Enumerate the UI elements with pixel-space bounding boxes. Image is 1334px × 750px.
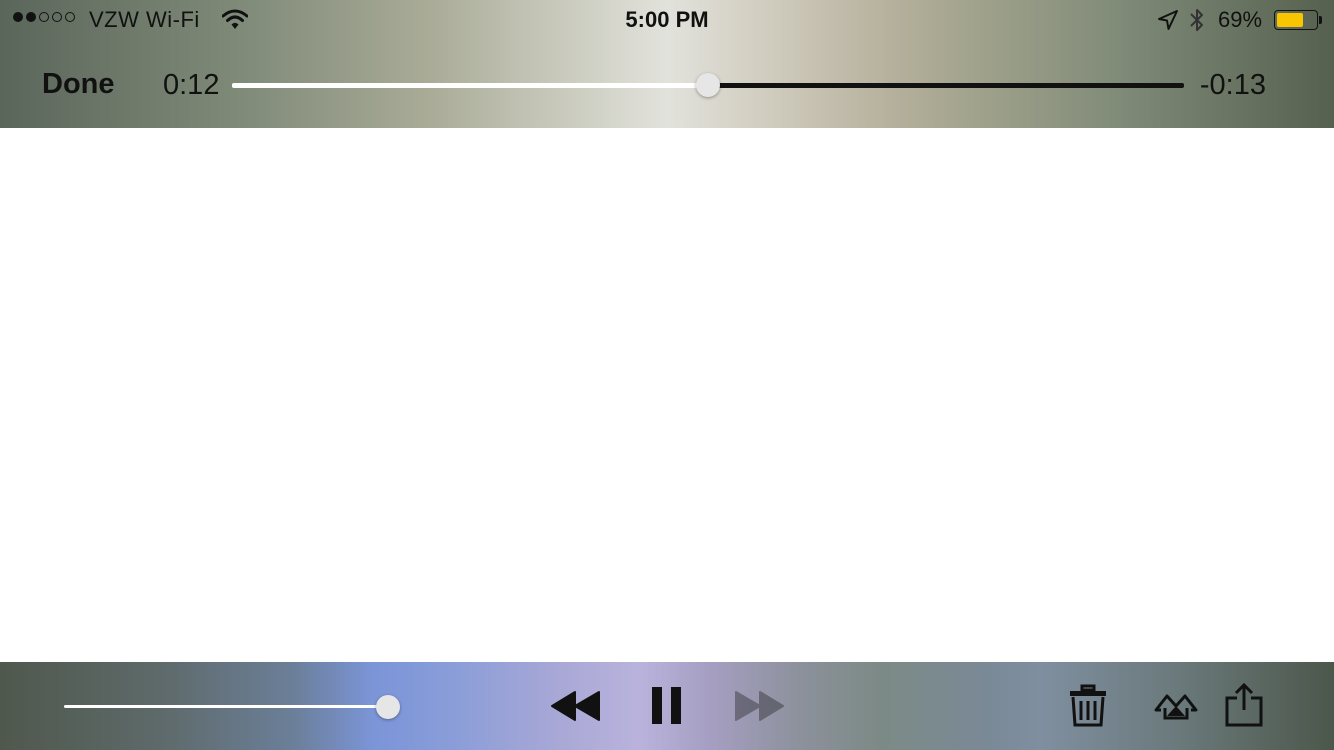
- battery-icon: [1274, 10, 1318, 30]
- battery-percentage: 69%: [1218, 7, 1263, 32]
- bluetooth-icon: [1188, 7, 1206, 39]
- bottom-controls-bar: [0, 662, 1334, 750]
- scrubber-remaining-track: [708, 83, 1184, 88]
- remaining-time: -0:13: [1199, 69, 1266, 101]
- elapsed-time: 0:12: [163, 69, 220, 101]
- battery-level: [1277, 13, 1304, 27]
- volume-knob[interactable]: [376, 695, 400, 719]
- scrubber-knob[interactable]: [696, 73, 720, 97]
- volume-slider[interactable]: [64, 695, 400, 719]
- playback-scrubber[interactable]: [232, 73, 1184, 97]
- pause-icon[interactable]: [650, 686, 684, 731]
- video-content-area[interactable]: [0, 128, 1334, 662]
- fast-forward-icon[interactable]: [733, 689, 785, 728]
- status-time: 5:00 PM: [625, 7, 709, 32]
- location-icon: [1157, 9, 1179, 37]
- scrubber-played-track: [232, 83, 708, 88]
- status-bar: VZW Wi-Fi 5:00 PM 69%: [0, 0, 1334, 40]
- battery-terminal: [1319, 16, 1322, 24]
- rewind-icon[interactable]: [550, 689, 602, 728]
- share-icon[interactable]: [1224, 682, 1264, 733]
- airplay-icon[interactable]: [1153, 686, 1199, 731]
- trash-icon[interactable]: [1067, 684, 1109, 733]
- done-button[interactable]: Done: [42, 68, 115, 101]
- volume-track: [64, 705, 388, 708]
- top-controls-bar: VZW Wi-Fi 5:00 PM 69% Done 0:12 -0:13: [0, 0, 1334, 128]
